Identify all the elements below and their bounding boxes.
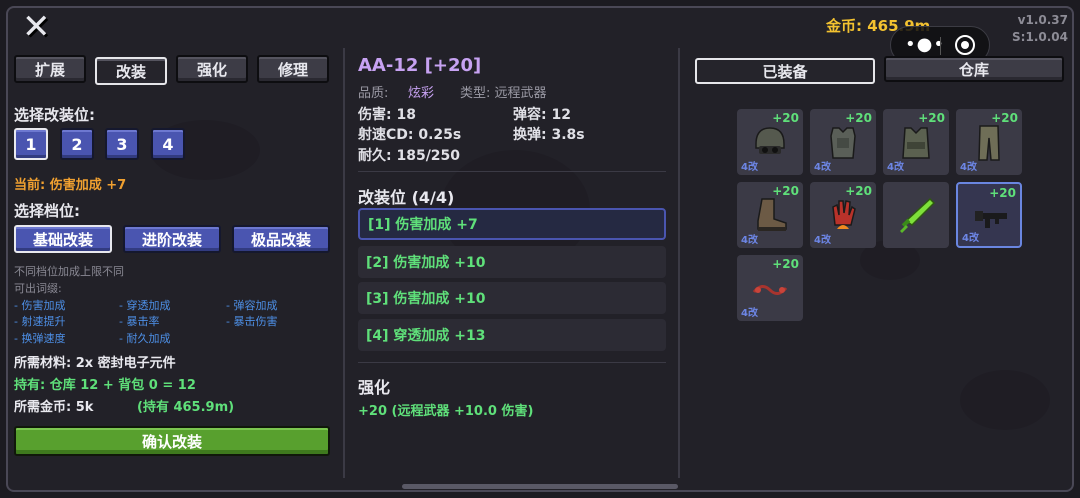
mod-count: 4改 — [741, 235, 758, 246]
tier-advanced-button[interactable]: 进阶改装 — [123, 225, 221, 253]
quality-value: 炫彩 — [408, 86, 435, 101]
equip-slot-gloves[interactable]: +20 4改 — [810, 182, 876, 248]
affix-item: - 伤害加成 — [14, 299, 66, 312]
material-required: 所需材料: 2x 密封电子元件 — [14, 356, 176, 371]
slot-button-1[interactable]: 1 — [14, 128, 48, 160]
server-version: S:1.0.04 — [1012, 30, 1068, 44]
mod-count: 4改 — [741, 308, 758, 319]
mod-slots-title: 改装位 (4/4) — [358, 188, 455, 207]
affix-item: - 换弹速度 — [14, 332, 66, 345]
stat-capacity: 弹容: 12 — [513, 107, 571, 123]
gold-owned: (持有 465.9m) — [137, 400, 235, 415]
slot-button-4[interactable]: 4 — [151, 128, 185, 160]
close-icon[interactable]: ✕ — [22, 10, 52, 44]
enhance-value: +20 (远程武器 +10.0 伤害) — [358, 404, 534, 419]
item-type: 类型: 远程武器 — [460, 86, 547, 101]
enhance-level: +20 — [845, 184, 872, 198]
equip-slot-accessory[interactable]: +20 4改 — [737, 255, 803, 321]
tab-equipped[interactable]: 已装备 — [695, 58, 875, 84]
enhance-level: +20 — [772, 184, 799, 198]
gold-required: 所需金币: 5k — [14, 400, 94, 415]
enhance-level: +20 — [845, 111, 872, 125]
close-target-icon[interactable] — [955, 35, 975, 55]
capsule-divider — [940, 37, 941, 55]
body-armor-icon — [830, 127, 856, 159]
boots-icon — [757, 198, 787, 231]
stat-reload: 换弹: 3.8s — [513, 127, 585, 143]
enhance-level: +20 — [918, 111, 945, 125]
affix-item: - 耐久加成 — [119, 332, 171, 345]
gloves-icon — [832, 200, 856, 229]
equip-slot-boots[interactable]: +20 4改 — [737, 182, 803, 248]
equip-slot-armor[interactable]: +20 4改 — [810, 109, 876, 175]
tier-premium-button[interactable]: 极品改装 — [232, 225, 330, 253]
tab-enhance[interactable]: 强化 — [176, 55, 248, 83]
mod-slot-row-2[interactable]: [2] 伤害加成 +10 — [358, 246, 666, 278]
stat-damage: 伤害: 18 — [358, 107, 416, 123]
affix-item: - 暴击伤害 — [226, 315, 278, 328]
mod-count: 4改 — [960, 162, 977, 173]
enhance-level: +20 — [989, 186, 1016, 200]
tier-basic-button[interactable]: 基础改装 — [14, 225, 112, 253]
equip-slot-pants[interactable]: +20 4改 — [956, 109, 1022, 175]
necklace-icon — [752, 285, 788, 295]
green-sword-icon — [900, 197, 936, 233]
mod-count: 4改 — [814, 162, 831, 173]
item-title: AA-12 [+20] — [358, 55, 482, 76]
confirm-modify-button[interactable]: 确认改装 — [14, 426, 330, 456]
enhance-title: 强化 — [358, 378, 391, 397]
tab-warehouse[interactable]: 仓库 — [884, 56, 1064, 82]
tab-expand[interactable]: 扩展 — [14, 55, 86, 83]
tab-modify[interactable]: 改装 — [95, 57, 167, 85]
equip-slot-vest[interactable]: +20 4改 — [883, 109, 949, 175]
mod-count: 4改 — [962, 233, 979, 244]
tier-note: 不同档位加成上限不同 — [14, 265, 124, 278]
divider — [358, 362, 666, 363]
horizontal-scrollbar[interactable] — [402, 484, 678, 489]
tactical-vest-icon — [902, 127, 930, 159]
client-version: v1.0.37 — [1017, 13, 1068, 27]
equip-slot-melee[interactable] — [883, 182, 949, 248]
slot-button-3[interactable]: 3 — [105, 128, 139, 160]
enhance-level: +20 — [772, 111, 799, 125]
equip-slot-weapon[interactable]: +20 4改 — [956, 182, 1022, 248]
affix-item: - 射速提升 — [14, 315, 66, 328]
mod-slot-row-3[interactable]: [3] 伤害加成 +10 — [358, 282, 666, 314]
helmet-icon — [755, 127, 785, 154]
divider — [358, 171, 666, 172]
select-tier-label: 选择档位: — [14, 202, 80, 220]
more-icon[interactable]: •●• — [905, 34, 945, 55]
stat-fire-cd: 射速CD: 0.25s — [358, 127, 462, 143]
mod-count: 4改 — [814, 235, 831, 246]
pants-icon — [978, 125, 1000, 161]
version-info: v1.0.37 S:1.0.04 — [1012, 12, 1068, 46]
enhance-level: +20 — [991, 111, 1018, 125]
select-slot-label: 选择改装位: — [14, 106, 95, 124]
column-divider — [678, 48, 680, 478]
affix-item: - 暴击率 — [119, 315, 160, 328]
mod-count: 4改 — [887, 162, 904, 173]
affix-item: - 穿透加成 — [119, 299, 171, 312]
stat-durability: 耐久: 185/250 — [358, 148, 461, 164]
slot-button-2[interactable]: 2 — [60, 128, 94, 160]
mod-count: 4改 — [741, 162, 758, 173]
material-owned: 持有: 仓库 12 + 背包 0 = 12 — [14, 378, 196, 393]
current-mod-label: 当前: 伤害加成 +7 — [14, 178, 127, 193]
column-divider — [343, 48, 345, 478]
quality-key: 品质: — [358, 86, 389, 101]
mod-slot-row-1[interactable]: [1] 伤害加成 +7 — [358, 208, 666, 240]
affix-title: 可出词缀: — [14, 282, 62, 295]
enhance-level: +20 — [772, 257, 799, 271]
tab-repair[interactable]: 修理 — [257, 55, 329, 83]
equip-slot-helmet[interactable]: +20 4改 — [737, 109, 803, 175]
affix-item: - 弹容加成 — [226, 299, 278, 312]
mod-slot-row-4[interactable]: [4] 穿透加成 +13 — [358, 319, 666, 351]
